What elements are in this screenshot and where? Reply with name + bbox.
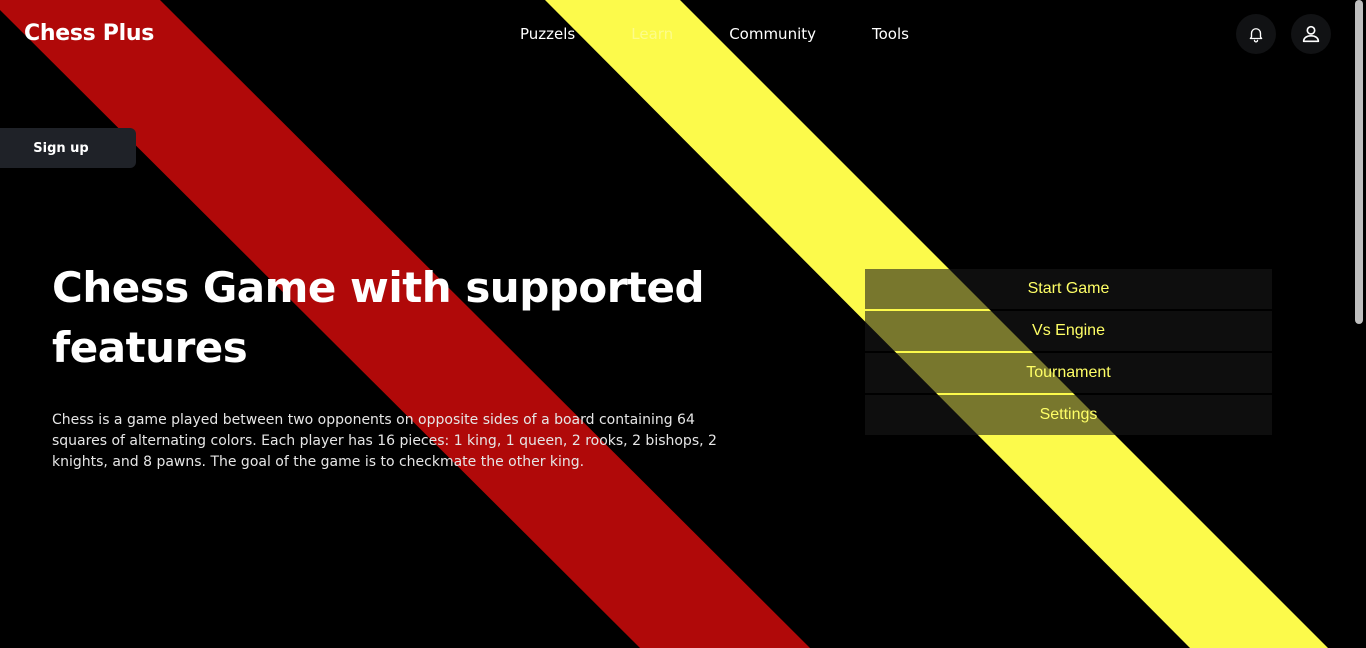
scrollbar-thumb[interactable] xyxy=(1355,0,1363,324)
game-menu: Start Game Vs Engine Tournament Settings xyxy=(865,269,1272,435)
vs-engine-button[interactable]: Vs Engine xyxy=(865,311,1272,351)
start-game-button[interactable]: Start Game xyxy=(865,269,1272,309)
sign-up-button[interactable]: Sign up xyxy=(0,128,136,168)
nav-puzzels[interactable]: Puzzels xyxy=(520,24,575,44)
settings-button[interactable]: Settings xyxy=(865,395,1272,435)
profile-button[interactable] xyxy=(1291,14,1331,54)
page: Chess Plus Puzzels Learn Community Tools… xyxy=(0,0,1366,648)
nav-tools[interactable]: Tools xyxy=(872,24,909,44)
hero-title: Chess Game with supported features xyxy=(52,263,705,372)
hero-description: Chess is a game played between two oppon… xyxy=(52,412,717,470)
main-nav: Puzzels Learn Community Tools xyxy=(520,24,909,44)
bell-icon xyxy=(1249,28,1263,43)
tournament-button[interactable]: Tournament xyxy=(865,353,1272,393)
brand-logo[interactable]: Chess Plus xyxy=(24,21,154,46)
user-icon xyxy=(1302,25,1320,43)
notifications-button[interactable] xyxy=(1236,14,1276,54)
nav-learn[interactable]: Learn xyxy=(631,24,673,44)
nav-community[interactable]: Community xyxy=(729,24,816,44)
